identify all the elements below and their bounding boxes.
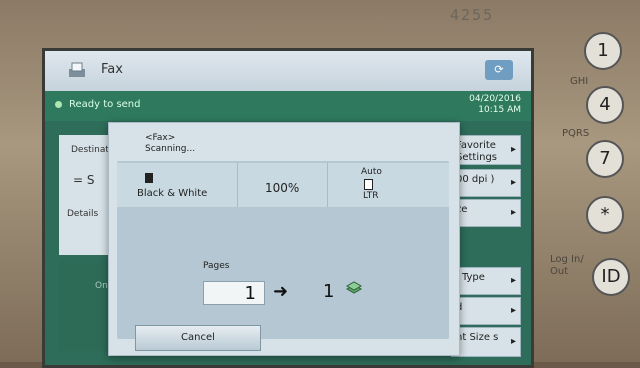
destination-value: = S [73,173,95,187]
chevron-right-icon: ▸ [510,305,516,316]
total-pages-count: 1 [323,281,335,302]
device-model: 4255 [450,6,495,24]
favorite-settings-label: Favorite Settings [456,140,498,163]
title-bar: Fax ⟳ [45,51,531,91]
cancel-button[interactable]: Cancel [135,325,261,351]
key-1[interactable]: 1 [584,32,622,70]
paper-mode: Auto [361,167,382,177]
color-mode-label: Black & White [137,188,208,199]
size-button[interactable]: ze ▸ [451,199,521,227]
fax-icon [69,62,85,77]
scanning-dialog: <Fax> Scanning... Black & White 100% Aut… [108,122,460,356]
login-logout-label: Log In/ Out [550,254,584,277]
chevron-right-icon: ▸ [510,177,516,188]
paper-size: LTR [363,191,379,201]
key-7[interactable]: 7 [586,140,624,178]
pages-label: Pages [203,261,230,271]
different-size-button[interactable]: nt Size s ▸ [451,327,521,357]
black-white-icon [145,173,153,183]
scan-info-panel: Black & White 100% Auto LTR Pages 1 ➜ 1 [117,161,449,339]
arrow-right-icon: ➜ [273,281,289,302]
scan-settings-row: Black & White 100% Auto LTR [117,163,449,207]
chevron-right-icon: ▸ [510,144,516,155]
original-type-button[interactable]: l Type ▸ [451,267,521,295]
dialog-header: <Fax> Scanning... [145,133,195,155]
key-label-ghi: GHI [570,76,589,87]
dialog-status: Scanning... [145,144,196,154]
favorite-settings-button[interactable]: Favorite Settings ▸ [451,135,521,165]
resolution-button[interactable]: 00 dpi ) ▸ [451,169,521,197]
page-stack-icon [345,281,363,294]
key-id[interactable]: ID [592,258,630,296]
dialog-function: <Fax> [145,133,176,143]
time: 10:15 AM [478,105,521,115]
chevron-right-icon: ▸ [510,207,516,218]
different-size-label: nt Size s [456,332,499,343]
original-type-label: l Type [456,272,485,283]
key-4[interactable]: 4 [586,86,624,124]
screen-title: Fax [101,62,123,77]
chevron-right-icon: ▸ [510,275,516,286]
color-mode-cell: Black & White [117,163,238,207]
status-text: Ready to send [69,99,141,110]
datetime: 04/20/2016 10:15 AM [469,94,521,116]
key-label-pqrs: PQRS [562,128,590,139]
status-indicator-icon [55,101,62,108]
key-star[interactable]: * [586,196,624,234]
scanned-pages-count: 1 [203,281,265,305]
status-bar: Ready to send 04/20/2016 10:15 AM [45,91,531,121]
sided-button[interactable]: d ▸ [451,297,521,325]
zoom-value: 100% [265,181,300,195]
date: 04/20/2016 [469,94,521,104]
paper-icon [364,179,373,190]
paper-cell: Auto LTR [327,163,449,207]
status-monitor-button[interactable]: ⟳ [485,60,513,80]
details-button[interactable]: Details [67,209,98,219]
resolution-label: 00 dpi ) [456,174,495,185]
zoom-cell: 100% [237,163,328,207]
chevron-right-icon: ▸ [510,336,516,347]
